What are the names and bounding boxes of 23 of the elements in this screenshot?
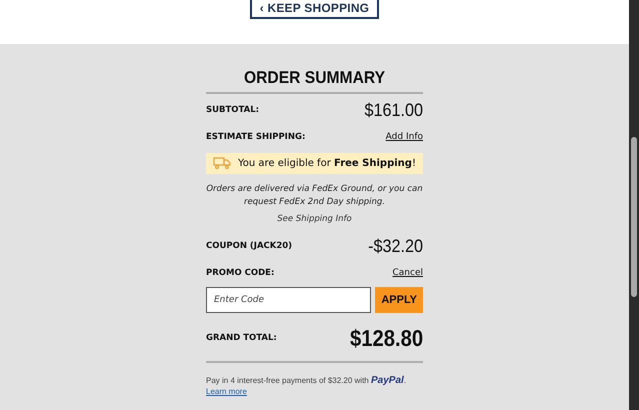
subtotal-label: SUBTOTAL: xyxy=(206,104,260,117)
free-shipping-message: You are eligible for Free Shipping! xyxy=(238,156,416,170)
scrollbar[interactable] xyxy=(629,0,639,410)
add-info-link[interactable]: Add Info xyxy=(386,131,423,144)
coupon-value: -$32.20 xyxy=(368,236,423,257)
shipping-label: ESTIMATE SHIPPING: xyxy=(206,131,306,144)
apply-button[interactable]: APPLY xyxy=(375,286,423,312)
keep-shopping-button[interactable]: ‹ KEEP SHOPPING xyxy=(250,0,380,19)
grand-total-label: GRAND TOTAL: xyxy=(206,332,277,344)
paypal-logo: PayPal xyxy=(371,374,404,386)
grand-total-value: $128.80 xyxy=(350,324,423,352)
subtotal-value: $161.00 xyxy=(364,100,423,121)
promo-code-label: PROMO CODE: xyxy=(206,267,274,280)
section-title: ORDER SUMMARY xyxy=(242,68,386,88)
truck-icon xyxy=(213,157,231,169)
cancel-link[interactable]: Cancel xyxy=(392,267,423,280)
installment-text: Pay in 4 interest-free payments of $32.20 with xyxy=(206,376,369,384)
shipping-info-link[interactable]: See Shipping Info xyxy=(277,214,352,224)
period-text: . xyxy=(404,376,406,384)
learn-more-link[interactable]: Learn more xyxy=(206,386,247,396)
coupon-label: COUPON (JACK20) xyxy=(206,240,292,253)
promo-code-field[interactable]: Enter Code xyxy=(206,286,372,312)
delivery-note: Orders are delivered via FedEx Ground, or you can request FedEx 2nd Day shipping. xyxy=(206,182,423,209)
